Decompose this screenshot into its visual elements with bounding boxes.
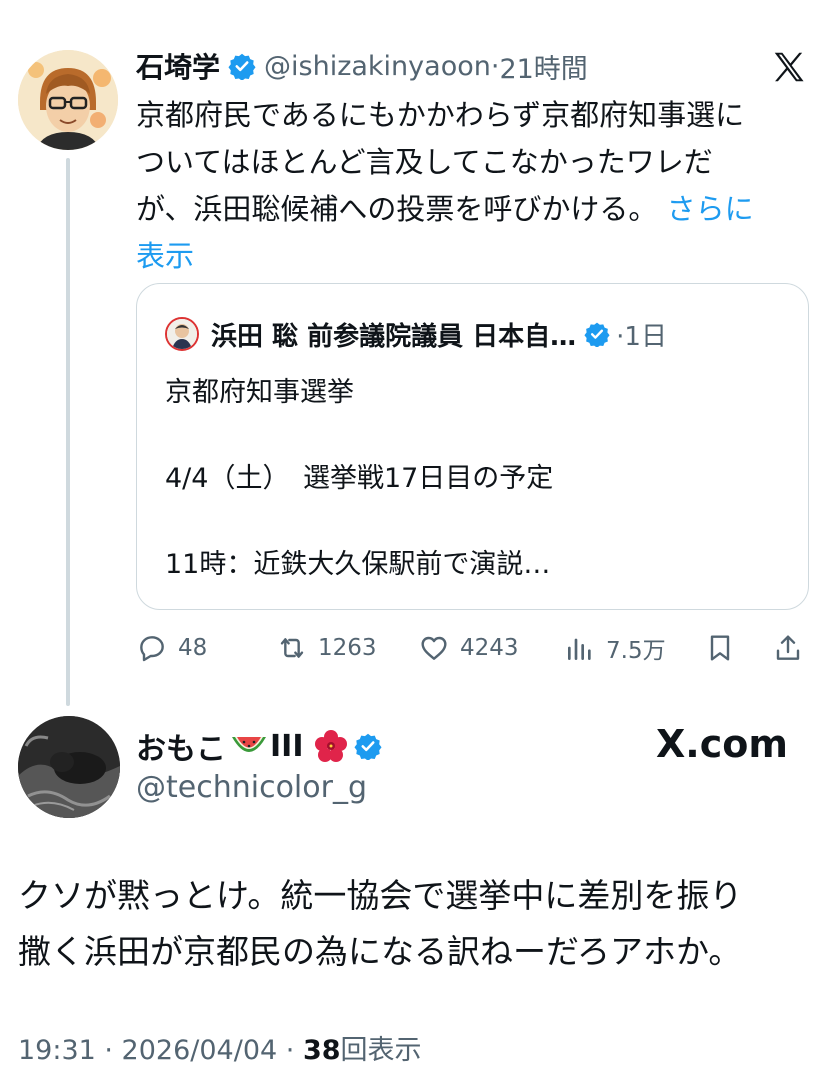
retweet-icon [280,638,304,658]
views-count: 7.5万 [606,638,666,664]
embedded-author-name[interactable]: 浜田 聡 前参議院議員 日本自… [211,316,576,353]
embedded-quote-card[interactable]: 浜田 聡 前参議院議員 日本自… ·1日 京都府知事選挙 4/4（土） 選挙戦1… [136,283,809,610]
text-line: クソが黙っとけ。統一協会で選挙中に差別を振り [18,876,743,915]
separator-dot: · [490,50,500,82]
text-line: が、浜田聡候補への投票を呼びかける。 さらに [136,186,816,233]
x-com-brand-text: X.com [656,722,788,766]
verified-icon [584,322,610,347]
show-more-link-cont[interactable]: 表示 [136,233,816,280]
author-name[interactable]: 石埼学 [136,46,220,86]
bookmark-button[interactable] [704,626,746,670]
quoted-tweet-text: 京都府民であるにもかかわらず京都府知事選に ついてはほとんど言及してこなかったワ… [136,92,816,280]
timestamp[interactable]: 19:31 · 2026/04/04 · [18,1035,303,1066]
hibiscus-emoji [314,730,347,762]
avatar[interactable] [18,716,120,818]
x-com-brand: X.com [656,722,788,766]
like-button[interactable]: 4243 [418,626,519,670]
avatar-illustration-icon [18,50,118,150]
reply-icon [140,636,164,662]
verified-icon [228,53,256,80]
portrait-icon [167,319,197,349]
author-handle[interactable]: @ishizakinyaoon [264,51,491,82]
text-line: 撒く浜田が京都民の為になる訳ねーだろアホか。 [18,932,742,971]
reply-text: クソが黙っとけ。統一協会で選挙中に差別を振り 撒く浜田が京都民の為になる訳ねーだ… [18,868,818,980]
reply-author-handle[interactable]: @technicolor_g [136,770,367,805]
tweet-footer: 19:31 · 2026/04/04 · 38回表示 [18,1028,422,1067]
tweet-actions-bar: 48 1263 4243 7.5万 [136,626,816,670]
avatar-photo-icon [18,716,120,818]
reply-author-name: おもこ [136,732,226,767]
views-icon [568,638,591,660]
views-button[interactable]: 7.5万 [564,626,666,670]
view-count-label: 回表示 [340,1035,422,1066]
bookmark-icon [710,635,730,661]
avatar[interactable] [18,50,118,150]
text-line: 京都府民であるにもかかわらず京都府知事選に [136,98,745,132]
embedded-time: ·1日 [616,321,667,352]
embedded-avatar [165,317,199,351]
view-count: 38 [302,1035,341,1066]
embedded-header: 浜田 聡 前参議院議員 日本自… ·1日 [165,316,667,352]
reply-count: 48 [178,635,208,661]
reply-button[interactable]: 48 [136,626,207,670]
verified-icon [353,733,382,760]
embedded-text-line: 4/4（土） 選挙戦17日目の予定 [165,463,554,494]
x-logo-icon[interactable] [770,48,808,86]
reply-author-name-suffix: III [270,728,304,764]
watermelon-emoji [232,737,266,752]
retweet-count: 1263 [318,635,377,661]
quoted-tweet-header: 石埼学 @ishizakinyaoon · 21時間 [136,46,588,86]
tweet-time[interactable]: 21時間 [499,47,587,86]
embedded-text-line: 京都府知事選挙 [165,377,354,408]
like-count: 4243 [460,635,519,661]
retweet-button[interactable]: 1263 [276,626,377,670]
share-icon [776,635,800,660]
text-line-content: が、浜田聡候補への投票を呼びかける。 [136,192,658,226]
show-more-link[interactable]: さらに [667,192,754,226]
text-line: ついてはほとんど言及してこなかったワレだ [136,145,713,179]
reply-author-name-row[interactable]: おもこ III [136,724,390,768]
embedded-text-line: 11時：近鉄大久保駅前で演説… [165,549,551,580]
like-icon [421,636,447,660]
share-button[interactable] [772,626,814,670]
thread-connector-line [66,158,70,706]
